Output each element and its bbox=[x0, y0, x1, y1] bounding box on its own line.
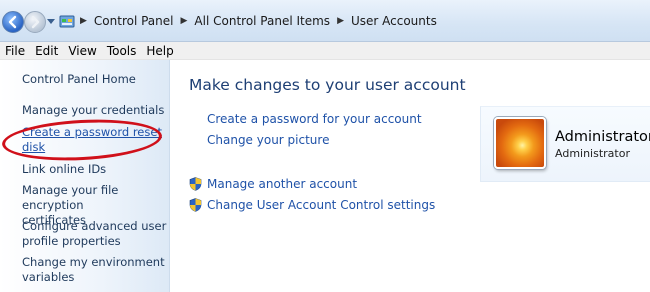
change-picture-link[interactable]: Change your picture bbox=[207, 133, 329, 147]
change-uac-settings-link[interactable]: Change User Account Control settings bbox=[207, 198, 435, 212]
link-line: Configure advanced user bbox=[22, 219, 167, 233]
back-button[interactable] bbox=[2, 11, 24, 33]
link-online-ids-link[interactable]: Link online IDs bbox=[22, 162, 167, 177]
breadcrumb: ▶ Control Panel ▶ All Control Panel Item… bbox=[80, 14, 437, 28]
control-panel-home-link[interactable]: Control Panel Home bbox=[22, 72, 167, 87]
page-title: Make changes to your user account bbox=[189, 76, 466, 94]
breadcrumb-separator-icon[interactable]: ▶ bbox=[80, 16, 87, 26]
menu-view[interactable]: View bbox=[63, 44, 101, 58]
create-password-link[interactable]: Create a password for your account bbox=[207, 112, 422, 126]
breadcrumb-control-panel[interactable]: Control Panel bbox=[94, 14, 174, 28]
link-line: variables bbox=[22, 270, 75, 284]
configure-advanced-profile-link[interactable]: Configure advanced user profile properti… bbox=[22, 219, 167, 249]
breadcrumb-user-accounts[interactable]: User Accounts bbox=[351, 14, 437, 28]
menu-edit[interactable]: Edit bbox=[30, 44, 63, 58]
menu-help[interactable]: Help bbox=[141, 44, 178, 58]
menu-tools[interactable]: Tools bbox=[102, 44, 142, 58]
user-account-card: Administrator Administrator bbox=[480, 106, 650, 182]
manage-credentials-link[interactable]: Manage your credentials bbox=[22, 103, 167, 118]
breadcrumb-separator-icon[interactable]: ▶ bbox=[337, 16, 344, 26]
menu-file[interactable]: File bbox=[0, 44, 30, 58]
link-line: Manage your file encryption bbox=[22, 183, 119, 212]
forward-button[interactable] bbox=[24, 11, 46, 33]
menu-bar: File Edit View Tools Help bbox=[0, 42, 650, 60]
manage-another-account-link[interactable]: Manage another account bbox=[207, 177, 357, 191]
recent-pages-dropdown[interactable] bbox=[47, 19, 55, 24]
link-line: Change my environment bbox=[22, 255, 165, 269]
arrow-left-icon bbox=[8, 15, 17, 29]
uac-shield-icon bbox=[189, 177, 202, 191]
link-line: profile properties bbox=[22, 234, 121, 248]
change-environment-variables-link[interactable]: Change my environment variables bbox=[22, 255, 167, 285]
uac-shield-icon bbox=[189, 198, 202, 212]
user-role: Administrator bbox=[555, 147, 630, 160]
address-bar: ▶ Control Panel ▶ All Control Panel Item… bbox=[0, 0, 650, 42]
control-panel-icon bbox=[59, 15, 75, 28]
arrow-right-icon bbox=[31, 15, 40, 29]
avatar-icon[interactable] bbox=[494, 117, 546, 169]
user-name: Administrator bbox=[555, 129, 650, 145]
breadcrumb-separator-icon[interactable]: ▶ bbox=[181, 16, 188, 26]
breadcrumb-all-items[interactable]: All Control Panel Items bbox=[194, 14, 330, 28]
